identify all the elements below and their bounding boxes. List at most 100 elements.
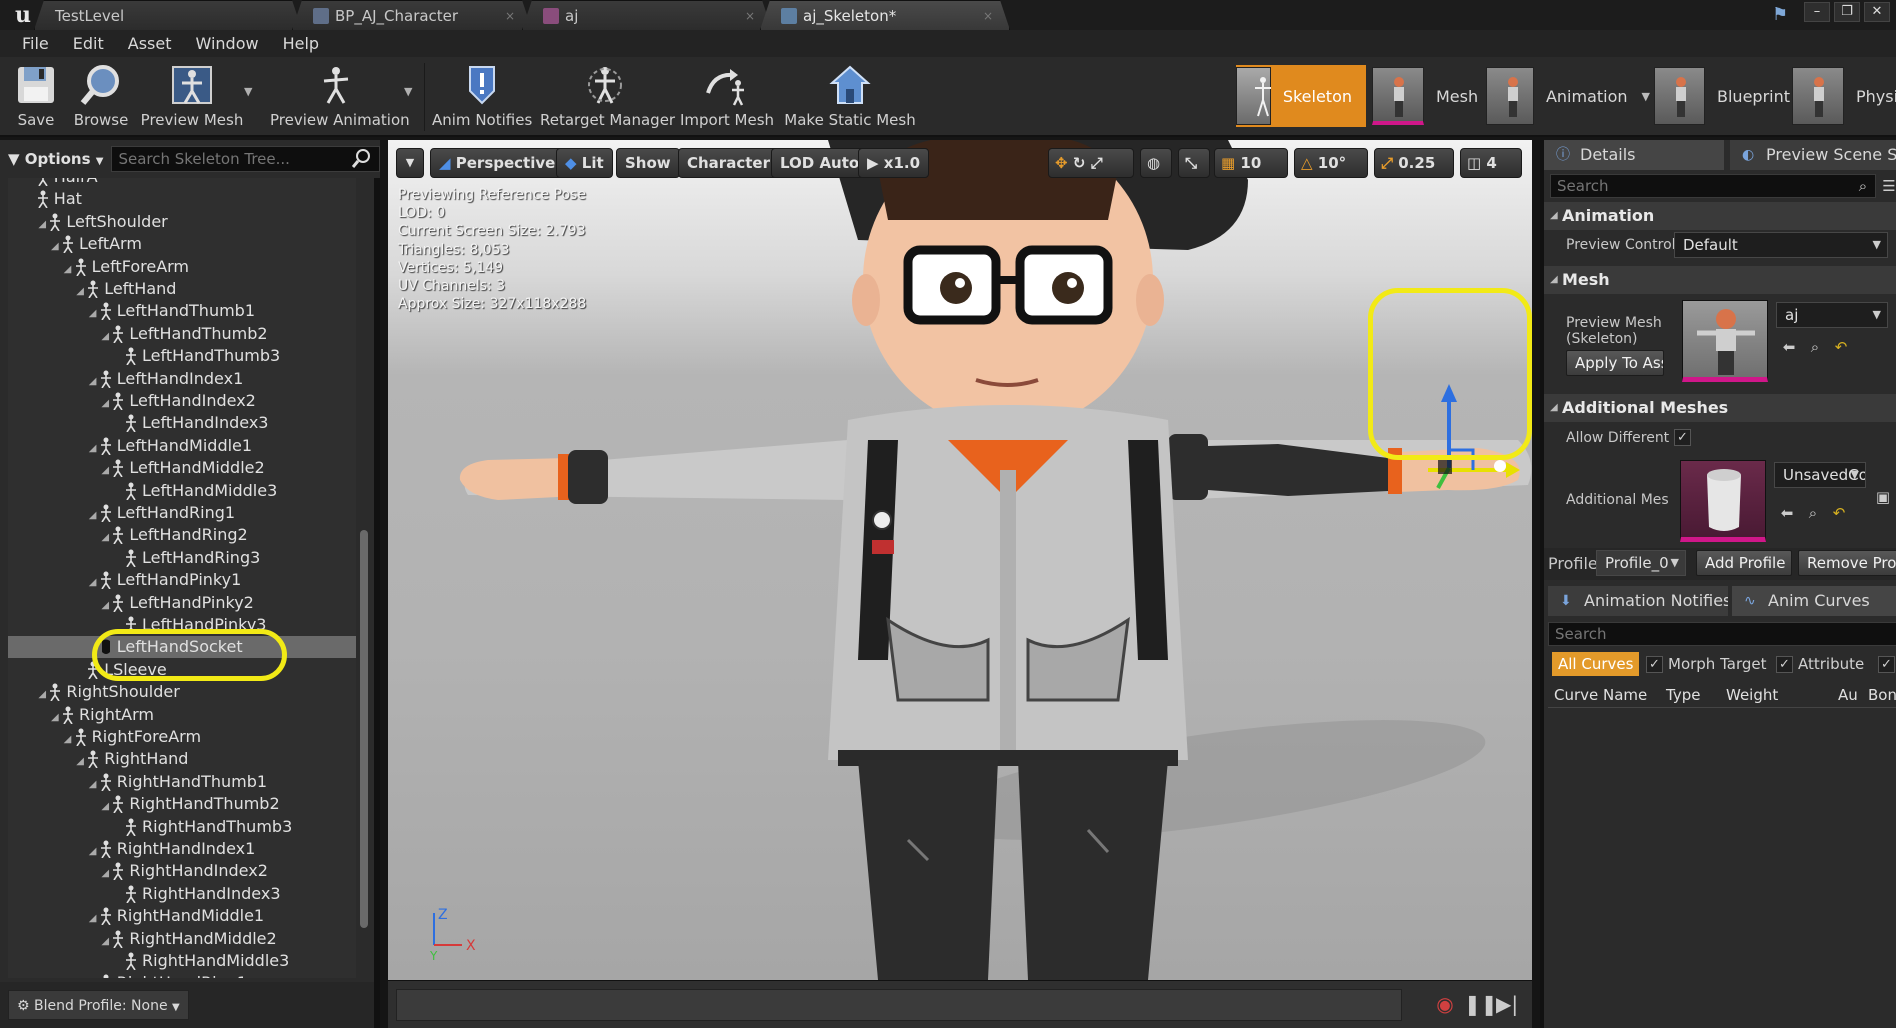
tree-bone-item[interactable]: ◢ LeftHandThumb1	[8, 300, 356, 322]
scale-snap-toggle[interactable]: ⤢ 0.25	[1374, 148, 1454, 178]
tree-bone-item[interactable]: ◢ LeftHandPinky2	[8, 592, 356, 614]
anim-notifies-button[interactable]: Anim Notifies	[432, 61, 532, 135]
view-options-icon[interactable]: ☰	[1880, 177, 1896, 195]
additional-meshes-category-header[interactable]: ◢ Additional Meshes	[1544, 394, 1896, 422]
character-button[interactable]: Character	[678, 148, 779, 178]
tree-bone-item[interactable]: HairA	[8, 178, 356, 188]
add-profile-button[interactable]: Add Profile	[1696, 550, 1792, 576]
tree-bone-item[interactable]: ◢ RightHandThumb1	[8, 771, 356, 793]
tab-details[interactable]: ⓘ Details	[1544, 140, 1724, 170]
timeline-scrubber[interactable]	[396, 989, 1402, 1021]
tree-bone-item[interactable]: RightHandMiddle3	[8, 950, 356, 972]
tree-bone-item[interactable]: ◢ RightHandIndex2	[8, 860, 356, 882]
tree-bone-item[interactable]: ◢ RightShoulder	[8, 681, 356, 703]
tree-bone-item[interactable]: ◢ RightHandThumb2	[8, 793, 356, 815]
show-button[interactable]: Show	[616, 148, 680, 178]
chevron-down-icon[interactable]: ▼	[244, 85, 252, 98]
tab-anim-curves[interactable]: ∿ Anim Curves	[1732, 586, 1896, 616]
menu-help[interactable]: Help	[271, 30, 331, 57]
tab-preview-scene-settings[interactable]: ◐ Preview Scene Settings	[1730, 140, 1896, 170]
close-icon[interactable]: ×	[983, 1, 993, 30]
tab-aj[interactable]: aj ×	[522, 0, 772, 30]
tab-animation-notifies[interactable]: ⬇ Animation Notifies	[1548, 586, 1728, 616]
tree-bone-item[interactable]: ◢ RightHandMiddle2	[8, 928, 356, 950]
mode-skeleton-button[interactable]: Skeleton	[1236, 65, 1366, 127]
scale-icon[interactable]: ⤢	[1091, 154, 1103, 172]
preview-mesh-button[interactable]: Preview Mesh	[140, 61, 244, 135]
surface-snap-toggle[interactable]: ⤡	[1178, 148, 1210, 178]
rotation-snap-toggle[interactable]: △ 10°	[1294, 148, 1368, 178]
menu-edit[interactable]: Edit	[61, 30, 116, 57]
reset-icon[interactable]: ↶	[1830, 504, 1848, 522]
translate-icon[interactable]: ✥	[1055, 154, 1068, 172]
tree-bone-item[interactable]: ◢ LeftHand	[8, 278, 356, 300]
tree-bone-item[interactable]: ◢ LeftHandMiddle1	[8, 435, 356, 457]
details-search-input[interactable]	[1550, 174, 1876, 198]
options-button[interactable]: ▼ Options ▼	[8, 150, 103, 168]
tree-bone-item[interactable]: ◢ LeftHandIndex2	[8, 390, 356, 412]
skeleton-tree-search-input[interactable]	[111, 146, 380, 172]
tree-bone-item[interactable]: LeftHandThumb3	[8, 345, 356, 367]
column-curve-name[interactable]: Curve Name	[1554, 686, 1647, 704]
perspective-button[interactable]: ◢ Perspective	[430, 148, 565, 178]
tree-bone-item[interactable]: ◢ LeftHandRing1	[8, 502, 356, 524]
chevron-down-icon[interactable]: ▼	[404, 85, 412, 98]
material-checkbox[interactable]: ✓	[1878, 656, 1895, 673]
tree-bone-item[interactable]: RightHandIndex3	[8, 883, 356, 905]
tree-bone-item[interactable]: LeftHandMiddle3	[8, 480, 356, 502]
preview-viewport[interactable]: ▼ ◢ Perspective ◆ Lit Show Character LOD…	[388, 140, 1532, 980]
all-curves-filter[interactable]: All Curves	[1552, 652, 1640, 676]
mode-physics-button[interactable]: Physics	[1792, 65, 1896, 127]
allow-different-checkbox[interactable]: ✓	[1674, 429, 1691, 446]
tree-bone-item[interactable]: ◢ RightHandRing1	[8, 972, 356, 978]
mode-blueprint-button[interactable]: Blueprint	[1654, 65, 1790, 127]
mesh-category-header[interactable]: ◢ Mesh	[1544, 266, 1896, 294]
lod-button[interactable]: LOD Auto	[771, 148, 869, 178]
use-selected-arrow-icon[interactable]: ⬅	[1780, 338, 1798, 356]
column-weight[interactable]: Weight	[1726, 686, 1778, 704]
tree-bone-item[interactable]: ◢ LeftHandThumb2	[8, 323, 356, 345]
expand-arrow-icon[interactable]: ◢	[89, 975, 99, 978]
tree-bone-item[interactable]: ◢ RightArm	[8, 704, 356, 726]
import-mesh-button[interactable]: Import Mesh	[680, 61, 774, 135]
transform-tools-group[interactable]: ✥ ↻ ⤢	[1048, 148, 1134, 178]
tree-bone-item[interactable]: ◢ RightHandIndex1	[8, 838, 356, 860]
close-icon[interactable]: ×	[505, 1, 515, 30]
tree-bone-item[interactable]: ◢ RightHand	[8, 748, 356, 770]
tree-bone-item[interactable]: LeftHandRing3	[8, 547, 356, 569]
tree-bone-item[interactable]: ◢ LeftHandRing2	[8, 524, 356, 546]
tree-bone-item[interactable]: ◢ RightForeArm	[8, 726, 356, 748]
tree-bone-item[interactable]: ◢ LeftHandPinky1	[8, 569, 356, 591]
tree-bone-item[interactable]: ◢ LeftHandIndex1	[8, 368, 356, 390]
reset-icon[interactable]: ↶	[1832, 338, 1850, 356]
additional-meshes-thumbnail[interactable]	[1680, 460, 1766, 542]
menu-window[interactable]: Window	[184, 30, 271, 57]
mode-mesh-button[interactable]: Mesh	[1372, 65, 1482, 127]
preview-mesh-thumbnail[interactable]	[1682, 300, 1768, 382]
browse-asset-icon[interactable]: ⌕	[1804, 504, 1822, 522]
tree-scrollbar[interactable]	[360, 530, 368, 928]
world-local-toggle[interactable]: ◍	[1140, 148, 1172, 178]
blend-profile-button[interactable]: ⚙ Blend Profile: None ▼	[8, 990, 189, 1020]
tree-bone-item[interactable]: ◢ LeftForeArm	[8, 256, 356, 278]
animation-category-header[interactable]: ◢ Animation	[1544, 202, 1896, 230]
grid-snap-toggle[interactable]: ▦ 10	[1214, 148, 1288, 178]
profile-dropdown[interactable]: Profile_0 ▼	[1596, 550, 1686, 576]
save-button[interactable]: Save	[10, 61, 62, 135]
retarget-manager-button[interactable]: Retarget Manager	[540, 61, 675, 135]
preview-controller-dropdown[interactable]: Default ▼	[1674, 232, 1888, 258]
morph-target-checkbox[interactable]: ✓	[1646, 656, 1663, 673]
rotate-icon[interactable]: ↻	[1073, 154, 1086, 172]
camera-speed-button[interactable]: ◫ 4	[1460, 148, 1522, 178]
column-bone[interactable]: Bone	[1868, 686, 1896, 704]
restore-icon[interactable]: ❐	[1834, 2, 1860, 22]
browse-asset-icon[interactable]: ⌕	[1806, 338, 1824, 356]
tree-bone-item[interactable]: LeftHandIndex3	[8, 412, 356, 434]
pause-icon[interactable]: ❚❚	[1464, 991, 1498, 1017]
tree-bone-item[interactable]: ◢ LeftHandMiddle2	[8, 457, 356, 479]
lit-button[interactable]: ◆ Lit	[556, 148, 613, 178]
source-control-icon[interactable]: ⚑	[1772, 4, 1794, 26]
step-forward-icon[interactable]: ▶|	[1494, 991, 1520, 1017]
tab-aj-skeleton[interactable]: aj_Skeleton* ×	[760, 0, 1010, 30]
browse-button[interactable]: Browse	[70, 61, 132, 135]
